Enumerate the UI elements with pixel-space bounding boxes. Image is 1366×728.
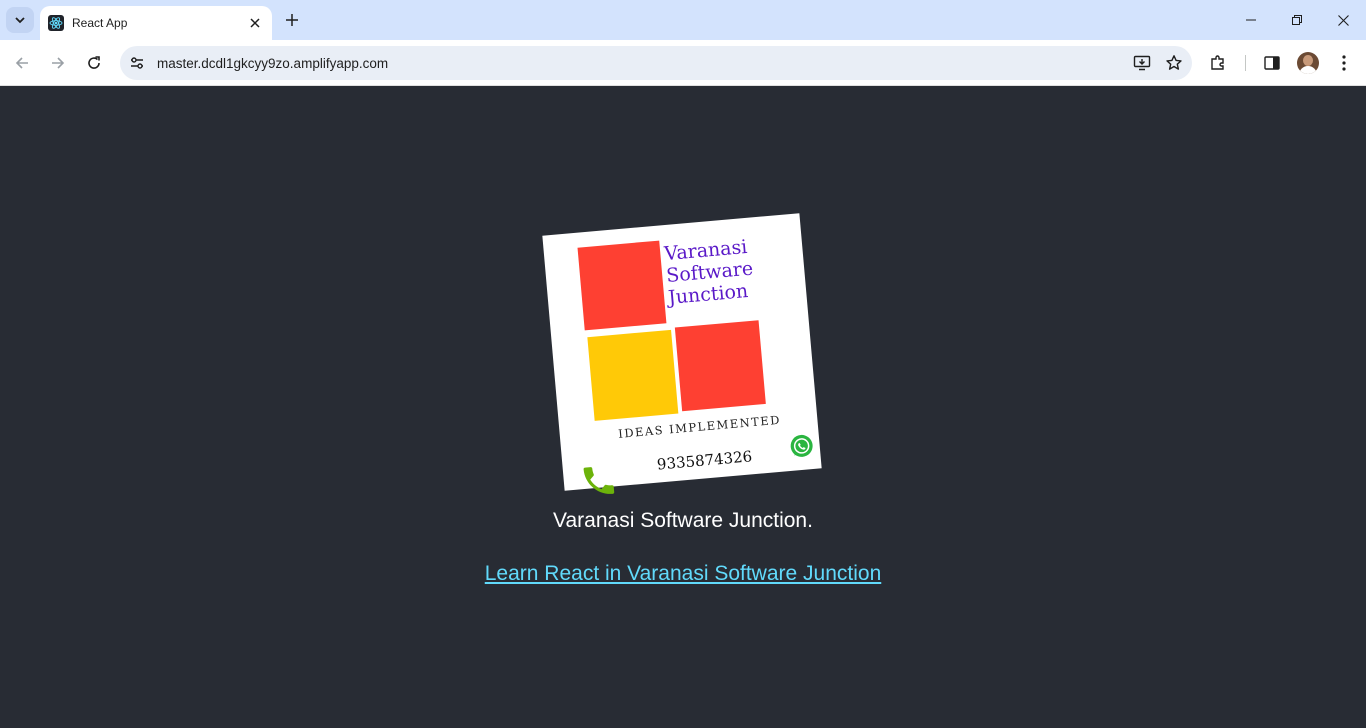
install-app-icon [1133,55,1151,71]
page-content: Varanasi Software Junction IDEAS IMPLEME… [0,87,1366,728]
reload-icon [88,56,100,69]
address-bar[interactable]: master.dcdl1gkcyy9zo.amplifyapp.com [120,46,1192,80]
learn-react-link-wrapper: Learn React in Varanasi Software Junctio… [0,562,1366,586]
page-caption: Varanasi Software Junction. [553,509,813,532]
url-text[interactable]: master.dcdl1gkcyy9zo.amplifyapp.com [157,56,1128,71]
star-icon [1166,55,1182,70]
close-icon [250,18,260,28]
side-panel-button[interactable] [1258,49,1286,77]
tab-search-button[interactable] [6,7,34,33]
arrow-left-icon [15,57,28,69]
puzzle-icon [1211,55,1224,70]
close-icon [1337,14,1349,26]
extensions-button[interactable] [1204,49,1232,77]
logo-brand-name: Varanasi Software Junction [663,232,798,309]
close-window-button[interactable] [1320,0,1366,40]
whatsapp-icon [790,434,813,457]
reload-button[interactable] [80,49,108,77]
restore-icon [1292,15,1302,25]
logo-phone-number: 9335874326 [656,447,753,474]
browser-toolbar: master.dcdl1gkcyy9zo.amplifyapp.com [0,40,1366,86]
phone-icon [583,467,615,494]
site-info-button[interactable] [124,50,150,76]
toolbar-divider [1245,55,1246,71]
restore-button[interactable] [1274,0,1320,40]
plus-icon [286,14,298,26]
tab-strip: React App [0,0,1366,40]
logo-yellow-square [587,329,679,421]
chevron-down-icon [15,17,25,24]
tab-close-button[interactable] [246,14,264,32]
bookmark-star-button[interactable] [1160,49,1188,77]
avatar [1297,52,1319,74]
arrow-right-icon [52,57,65,69]
minimize-icon [1246,19,1256,21]
logo-red-square-top [577,240,667,331]
app-logo: Varanasi Software Junction IDEAS IMPLEME… [542,213,822,494]
minimize-button[interactable] [1228,0,1274,40]
menu-button[interactable] [1330,49,1358,77]
profile-button[interactable] [1294,49,1322,77]
react-favicon-icon [48,15,64,31]
tab-title: React App [72,16,128,30]
install-app-button[interactable] [1128,49,1156,77]
tab-react-app[interactable]: React App [40,6,272,40]
back-button[interactable] [8,49,36,77]
new-tab-button[interactable] [280,8,304,32]
side-panel-icon [1264,56,1280,70]
logo-red-square-bottom [674,320,766,412]
learn-react-link[interactable]: Learn React in Varanasi Software Junctio… [485,562,882,585]
forward-button[interactable] [44,49,72,77]
tune-icon [131,57,143,69]
more-vert-icon [1342,55,1346,71]
window-controls [1228,0,1366,40]
